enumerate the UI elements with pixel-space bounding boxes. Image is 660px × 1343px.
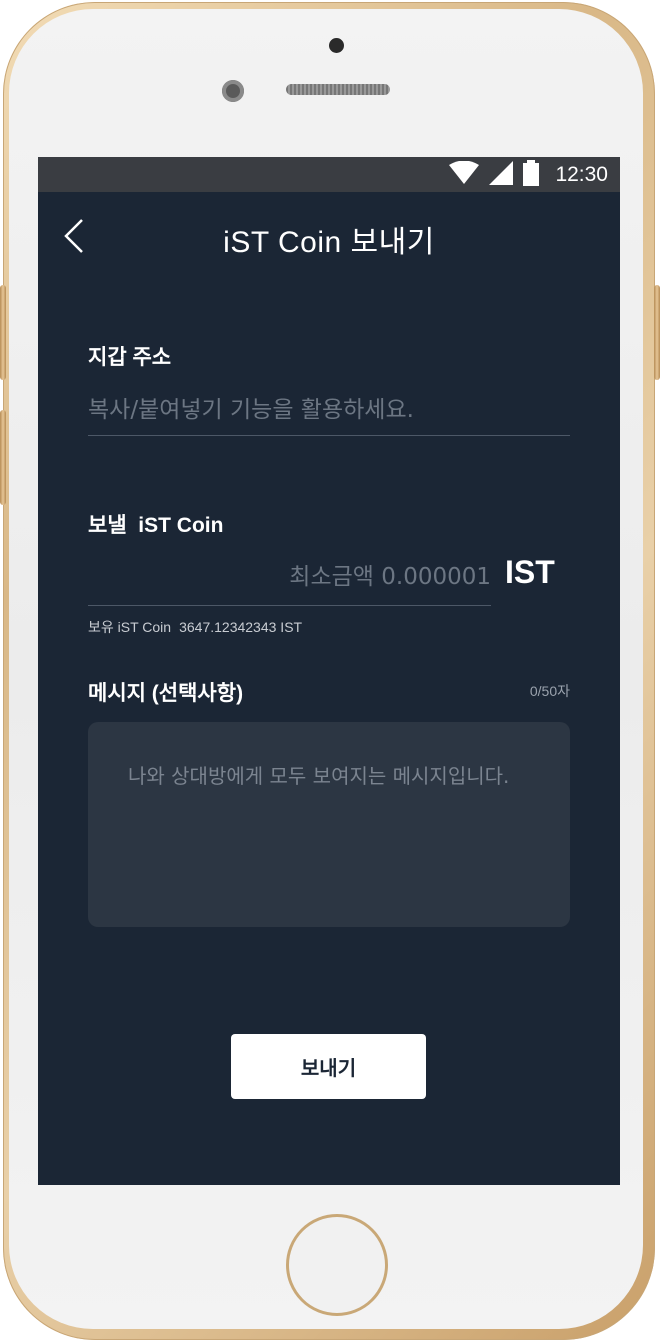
status-time: 12:30 — [555, 163, 608, 186]
balance-info: 보유 iST Coin 3647.12342343 IST — [88, 617, 310, 637]
amount-label: 보낼 iST Coin — [88, 514, 224, 537]
page-title: iST Coin 보내기 — [223, 226, 435, 259]
message-input[interactable] — [88, 722, 570, 927]
proximity-sensor — [222, 80, 244, 102]
balance-value: 3647.12342343 IST — [179, 619, 303, 635]
phone-side-button — [0, 410, 6, 505]
earpiece-speaker — [286, 84, 390, 95]
wifi-icon — [449, 160, 480, 189]
send-button[interactable]: 보내기 — [231, 1034, 426, 1099]
message-label: 메시지 (선택사항) — [88, 682, 244, 705]
status-bar: 12:30 — [38, 157, 620, 192]
message-char-count: 0/50자 — [529, 683, 570, 699]
battery-icon — [523, 160, 540, 190]
app-screen: 12:30 iST Coin 보내기 지갑 주소 보낼 iST Coin IST… — [38, 157, 620, 1185]
app-header: iST Coin 보내기 — [38, 192, 620, 286]
wallet-address-label: 지갑 주소 — [88, 346, 172, 369]
amount-unit: IST — [505, 554, 555, 590]
phone-side-button — [0, 285, 6, 380]
status-icons: 12:30 — [449, 160, 608, 190]
wallet-address-input[interactable] — [88, 385, 570, 436]
signal-icon — [489, 161, 514, 189]
phone-side-button — [654, 285, 660, 380]
home-button[interactable] — [286, 1214, 388, 1316]
front-camera — [329, 38, 344, 53]
balance-label: 보유 iST Coin — [88, 619, 172, 635]
amount-input[interactable] — [88, 549, 491, 606]
